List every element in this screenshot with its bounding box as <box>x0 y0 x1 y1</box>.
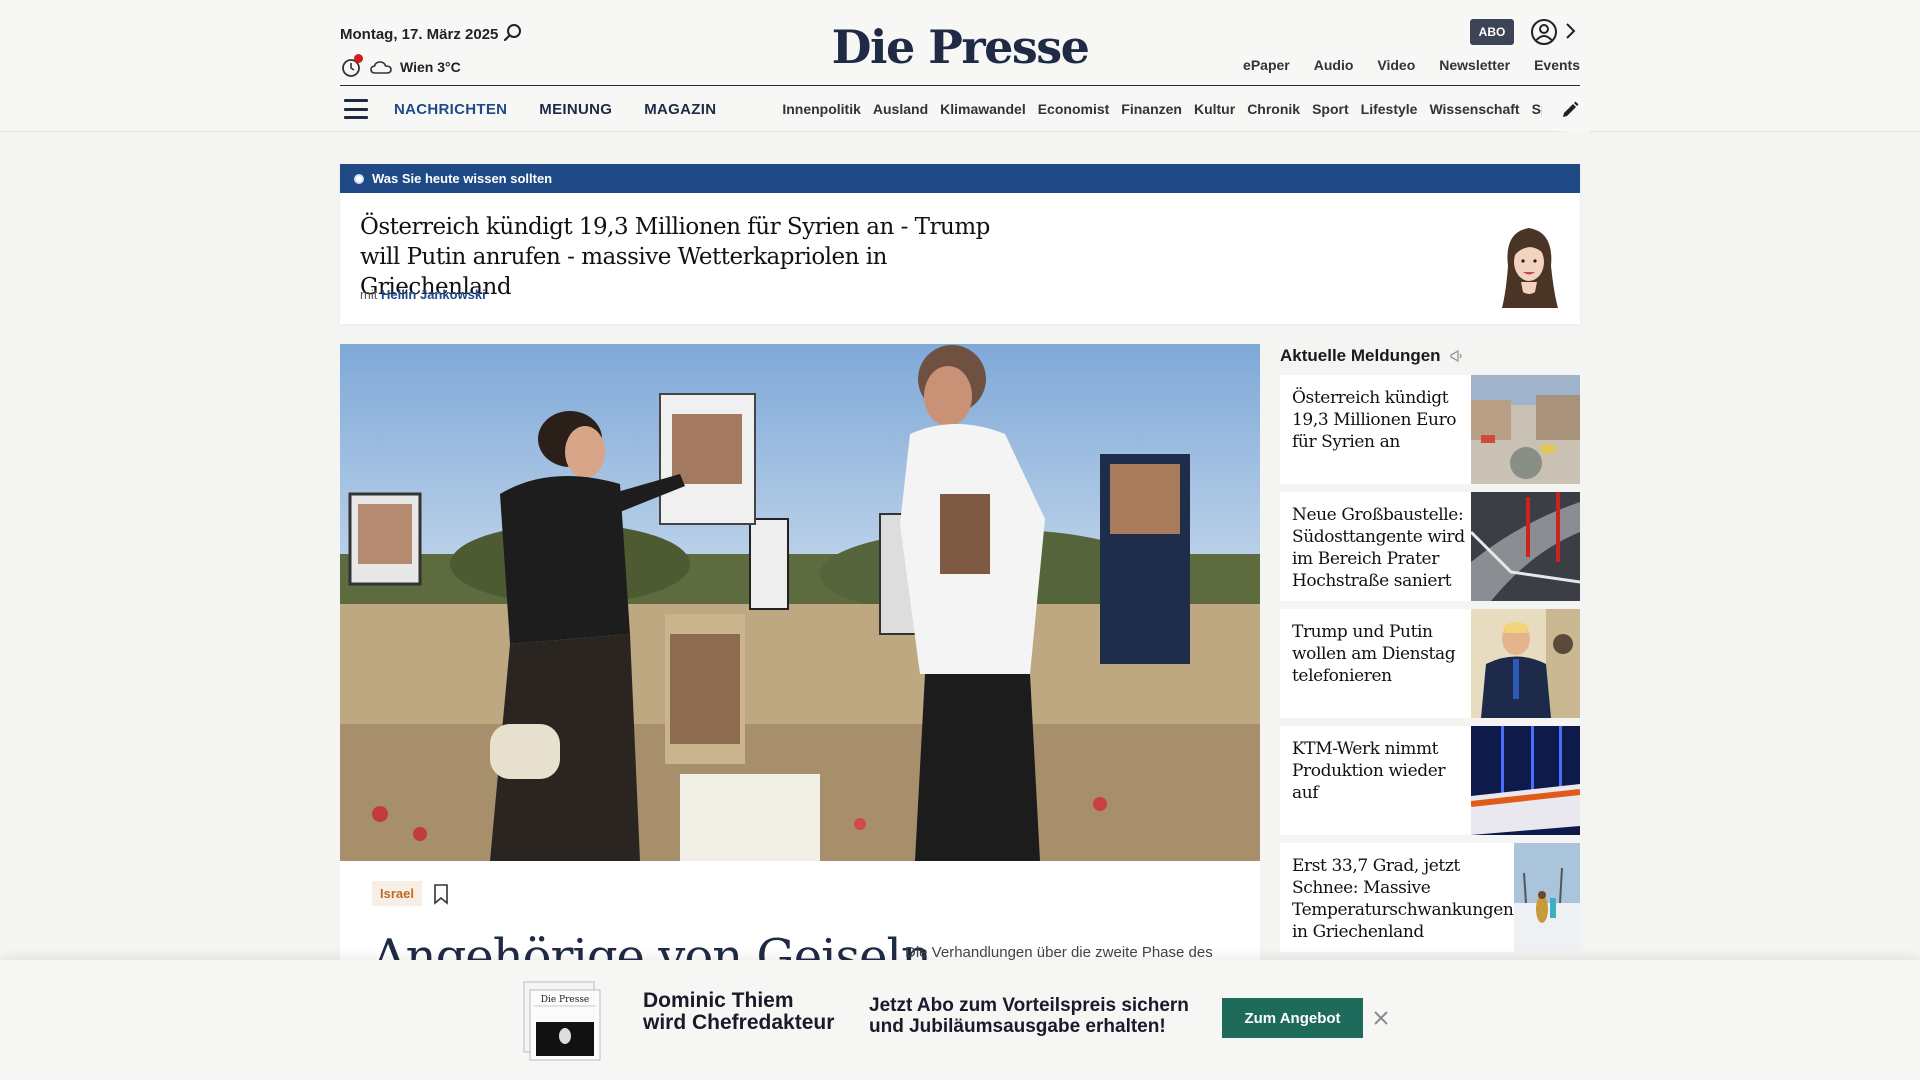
nav-magazin[interactable]: MAGAZIN <box>644 101 716 118</box>
nav-spectrum[interactable]: Spectrum <box>1532 101 1543 117</box>
abo-button[interactable]: ABO <box>1470 19 1514 45</box>
author-prefix: mit <box>360 287 378 302</box>
promo-offer-line1: Jetzt Abo zum Vorteilspreis sichern <box>869 995 1189 1016</box>
daily-briefing[interactable]: Was Sie heute wissen sollten Österreich … <box>340 164 1580 324</box>
sidebar-heading: Aktuelle Meldungen <box>1280 344 1580 368</box>
lead-image[interactable] <box>340 344 1260 861</box>
news-item[interactable]: Trump und Putin wollen am Dienstag telef… <box>1280 609 1580 718</box>
promo-offer-text: Jetzt Abo zum Vorteilspreis sichern und … <box>869 995 1189 1037</box>
nav-kultur[interactable]: Kultur <box>1194 101 1235 117</box>
news-title: Trump und Putin wollen am Dienstag telef… <box>1292 622 1456 686</box>
news-title: Österreich kündigt 19,3 Millionen Euro f… <box>1292 388 1457 452</box>
lead-meta: Israel <box>372 881 450 906</box>
nav-innenpolitik[interactable]: Innenpolitik <box>782 101 861 117</box>
link-newsletter[interactable]: Newsletter <box>1439 57 1510 73</box>
briefing-author: mit Hellin Jankowski <box>360 287 486 302</box>
news-thumbnail <box>1471 726 1580 835</box>
nav-lifestyle[interactable]: Lifestyle <box>1361 101 1418 117</box>
nav-klimawandel[interactable]: Klimawandel <box>940 101 1026 117</box>
news-item[interactable]: KTM-Werk nimmt Produktion wieder auf <box>1280 726 1580 835</box>
newspaper-logo-text: Die Presse <box>541 995 590 1005</box>
promo-headline: Dominic Thiem wird Chefredakteur <box>643 990 834 1034</box>
briefing-bar: Was Sie heute wissen sollten <box>340 164 1580 193</box>
main-navigation: NACHRICHTEN MEINUNG MAGAZIN Innenpolitik… <box>340 86 1580 132</box>
news-title: Erst 33,7 Grad, jetzt Schnee: Massive Te… <box>1292 856 1514 942</box>
category-tag[interactable]: Israel <box>372 881 422 906</box>
chevron-right-icon[interactable] <box>1564 22 1576 40</box>
nav-economist[interactable]: Economist <box>1038 101 1110 117</box>
link-epaper[interactable]: ePaper <box>1243 57 1290 73</box>
news-title: KTM-Werk nimmt Produktion wieder auf <box>1292 739 1446 803</box>
top-links: ePaper Audio Video Newsletter Events <box>1243 57 1580 73</box>
promo-offer-line2: und Jubiläumsausgabe erhalten! <box>869 1016 1166 1037</box>
nav-wissenschaft[interactable]: Wissenschaft <box>1429 101 1519 117</box>
author-avatar <box>1502 228 1558 308</box>
promo-headline-line2: wird Chefredakteur <box>643 1011 835 1034</box>
header-inner: Montag, 17. März 2025 Wien 3°C Die Press… <box>340 0 1590 132</box>
promo-headline-line1: Dominic Thiem <box>643 989 794 1012</box>
news-thumbnail <box>1471 375 1580 484</box>
news-thumbnail <box>1471 609 1580 718</box>
lead-story: Israel Angehörige von Geiseln Die Verhan… <box>340 344 1260 1044</box>
offer-button[interactable]: Zum Angebot <box>1222 998 1363 1038</box>
sidebar-title: Aktuelle Meldungen <box>1280 346 1441 365</box>
news-item[interactable]: Neue Großbaustelle: Südosttangente wird … <box>1280 492 1580 601</box>
megaphone-icon <box>1449 349 1462 363</box>
nav-sport[interactable]: Sport <box>1312 101 1349 117</box>
site-header: Montag, 17. März 2025 Wien 3°C Die Press… <box>0 0 1920 132</box>
briefing-label: Was Sie heute wissen sollten <box>372 171 553 186</box>
menu-icon[interactable] <box>344 99 368 119</box>
author-name[interactable]: Hellin Jankowski <box>381 287 486 302</box>
live-dot-icon <box>354 173 364 184</box>
link-video[interactable]: Video <box>1377 57 1415 73</box>
news-thumbnail <box>1514 843 1580 952</box>
news-title: Neue Großbaustelle: Südosttangente wird … <box>1292 505 1465 591</box>
primary-nav: NACHRICHTEN MEINUNG MAGAZIN <box>394 101 716 118</box>
latest-news-sidebar: Aktuelle Meldungen Österreich kündigt 19… <box>1280 344 1580 952</box>
link-audio[interactable]: Audio <box>1314 57 1354 73</box>
nav-finanzen[interactable]: Finanzen <box>1121 101 1182 117</box>
nav-meinung[interactable]: MEINUNG <box>539 101 612 118</box>
nav-ausland[interactable]: Ausland <box>873 101 928 117</box>
close-icon[interactable] <box>1372 1009 1390 1027</box>
user-account-icon[interactable] <box>1530 18 1558 46</box>
news-thumbnail <box>1471 492 1580 601</box>
pencil-icon[interactable] <box>1560 100 1580 120</box>
nav-nachrichten[interactable]: NACHRICHTEN <box>394 101 507 118</box>
nav-chronik[interactable]: Chronik <box>1247 101 1300 117</box>
bookmark-icon[interactable] <box>432 883 450 905</box>
section-nav: Innenpolitik Ausland Klimawandel Economi… <box>782 101 1542 117</box>
lead-photo <box>340 344 1260 861</box>
link-events[interactable]: Events <box>1534 57 1580 73</box>
newspaper-thumbnail: Die Presse <box>523 981 601 1061</box>
subscription-promo: Die Presse Dominic Thiem wird Chefredakt… <box>0 960 1920 1080</box>
news-item[interactable]: Erst 33,7 Grad, jetzt Schnee: Massive Te… <box>1280 843 1580 952</box>
news-item[interactable]: Österreich kündigt 19,3 Millionen Euro f… <box>1280 375 1580 484</box>
